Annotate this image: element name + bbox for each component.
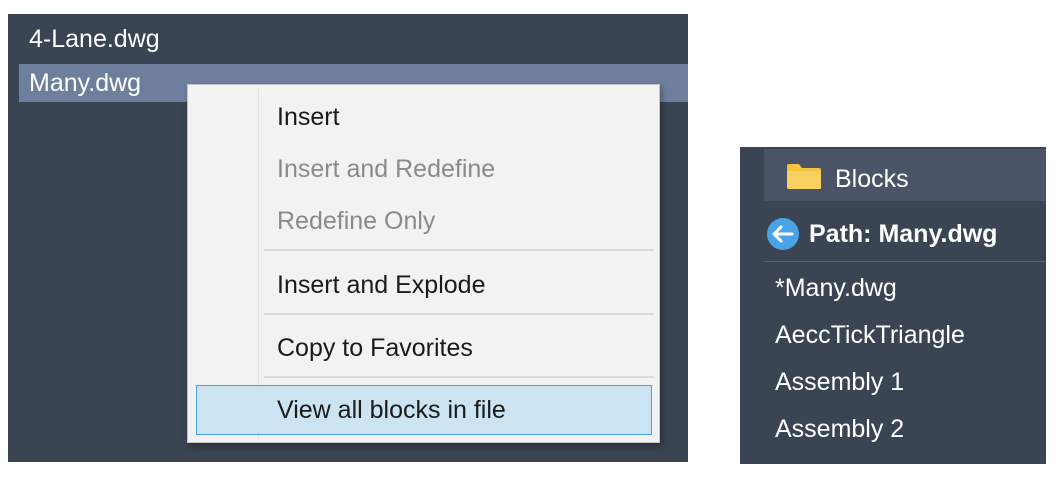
path-label: Path: Many.dwg [809, 220, 998, 248]
block-item[interactable]: Assembly 2 [775, 407, 904, 451]
folder-icon [787, 164, 821, 189]
menu-separator [264, 313, 654, 315]
menu-item-copy-to-favorites[interactable]: Copy to Favorites [188, 325, 659, 371]
blocks-panel: Blocks Path: Many.dwg *Many.dwg AeccTick… [740, 147, 1046, 464]
menu-item-insert-and-redefine: Insert and Redefine [277, 155, 496, 183]
menu-item-insert-and-explode[interactable]: Insert and Explode [188, 262, 659, 308]
menu-separator [264, 376, 654, 378]
context-menu: Insert Insert and Redefine Redefine Only… [187, 84, 660, 443]
screenshot-stage: 4-Lane.dwg Many.dwg Insert Insert and Re… [0, 0, 1064, 478]
blocks-header-label: Blocks [835, 165, 909, 193]
blocks-header[interactable]: Blocks [764, 149, 1046, 201]
menu-item-view-all-blocks-in-file[interactable]: View all blocks in file [196, 385, 652, 435]
menu-item-insert[interactable]: Insert [188, 94, 659, 140]
file-item-4-lane[interactable]: 4-Lane.dwg [19, 20, 688, 58]
block-list: *Many.dwg AeccTickTriangle Assembly 1 As… [764, 261, 1046, 464]
path-row: Path: Many.dwg [764, 209, 1046, 257]
block-item[interactable]: *Many.dwg [775, 266, 897, 310]
menu-separator [264, 249, 654, 251]
menu-item-redefine-only: Redefine Only [277, 207, 436, 235]
back-arrow-icon[interactable] [766, 217, 800, 251]
block-item[interactable]: Assembly 1 [775, 360, 904, 404]
block-item[interactable]: AeccTickTriangle [775, 313, 965, 357]
